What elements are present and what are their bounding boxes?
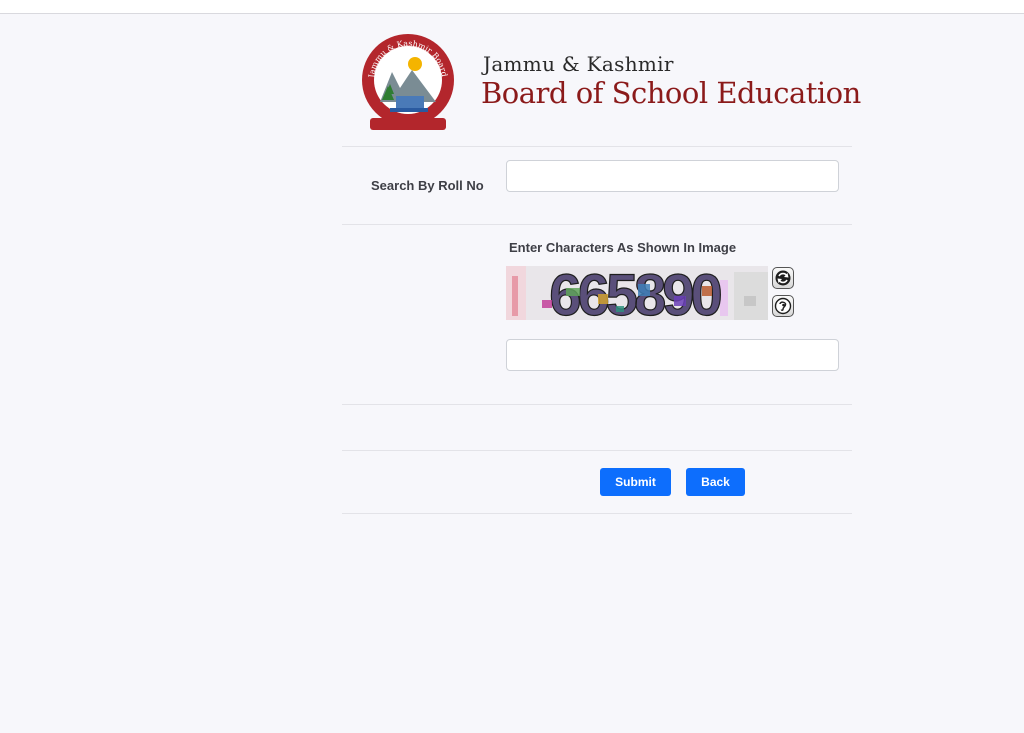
result-search-form: Jammu & Kashmir Board Of School Educatio… — [342, 14, 861, 534]
submit-button[interactable]: Submit — [600, 468, 671, 496]
captcha-audio-button[interactable] — [772, 295, 794, 317]
refresh-icon — [775, 270, 791, 286]
roll-number-label: Search By Roll No — [371, 178, 484, 193]
divider — [342, 450, 852, 451]
audio-icon — [774, 297, 792, 315]
top-bar — [0, 0, 1024, 14]
page-header: Jammu & Kashmir Board Of School Educatio… — [342, 14, 861, 146]
captcha-image: 665890 — [506, 266, 768, 320]
roll-number-input[interactable] — [506, 160, 839, 192]
divider — [342, 513, 852, 514]
divider — [342, 146, 852, 147]
board-logo: Jammu & Kashmir Board Of School Educatio… — [360, 30, 454, 130]
back-button[interactable]: Back — [686, 468, 745, 496]
org-name-line1: Jammu & Kashmir — [483, 52, 674, 76]
divider — [342, 404, 852, 405]
captcha-input[interactable] — [506, 339, 839, 371]
org-name-line2: Board of School Education — [481, 76, 861, 110]
captcha-refresh-button[interactable] — [772, 267, 794, 289]
divider — [342, 224, 852, 225]
captcha-label: Enter Characters As Shown In Image — [509, 240, 737, 255]
